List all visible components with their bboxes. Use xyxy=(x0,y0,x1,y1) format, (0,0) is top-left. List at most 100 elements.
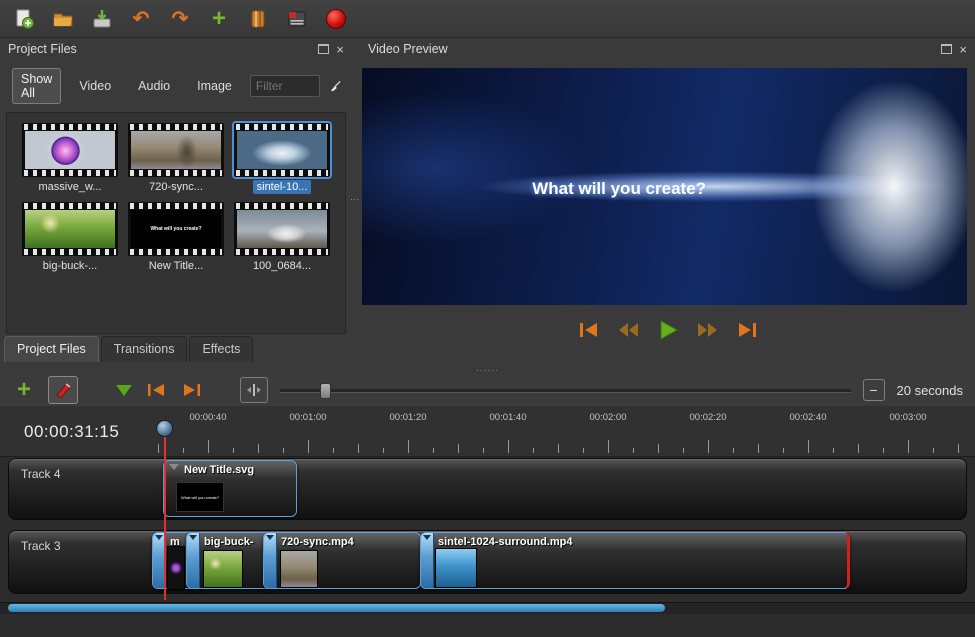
file-thumbnail xyxy=(234,123,330,177)
clip-title: sintel-1024-surround.mp4 xyxy=(438,536,843,548)
next-marker-button[interactable] xyxy=(180,378,204,402)
file-item-massive[interactable]: massive_w... xyxy=(17,123,123,194)
clip-thumb-text: What will you create? xyxy=(181,495,219,500)
save-project-button[interactable] xyxy=(90,7,114,31)
razor-icon xyxy=(54,381,72,399)
file-thumbnail xyxy=(234,202,330,256)
clip-trim-handle[interactable] xyxy=(264,533,277,588)
timeline-scrollbar[interactable] xyxy=(0,602,975,614)
tab-transitions[interactable]: Transitions xyxy=(101,336,188,362)
filter-tab-show-all[interactable]: Show All xyxy=(12,68,61,104)
file-thumbnail xyxy=(128,123,224,177)
clip-thumbnail xyxy=(203,550,243,588)
video-preview-panel: Video Preview × What will you create? xyxy=(360,38,975,362)
float-panel-icon[interactable] xyxy=(318,44,329,54)
horizontal-splitter[interactable]: ...... xyxy=(0,362,975,374)
file-label: sintel-10... xyxy=(253,180,312,194)
record-icon xyxy=(326,9,346,29)
clip-menu-arrow-icon[interactable] xyxy=(169,464,179,470)
file-thumbnail: What will you create? xyxy=(128,202,224,256)
filter-tab-video[interactable]: Video xyxy=(70,75,120,97)
timeline-ruler-strip[interactable]: 00:00:31:15 00:00:4000:01:0000:01:2000:0… xyxy=(0,406,975,457)
project-files-header: Project Files × xyxy=(0,38,352,60)
timeline: 00:00:31:15 00:00:4000:01:0000:01:2000:0… xyxy=(0,406,975,637)
clip-thumbnail xyxy=(167,546,185,590)
jump-to-end-button[interactable] xyxy=(734,318,762,342)
video-preview-title: Video Preview xyxy=(368,42,448,56)
filter-input[interactable] xyxy=(250,75,320,97)
film-clapper-icon xyxy=(286,8,308,30)
new-project-button[interactable] xyxy=(12,7,36,31)
video-preview-header: Video Preview × xyxy=(360,38,975,60)
file-item-720-sync[interactable]: 720-sync... xyxy=(123,123,229,194)
tab-project-files[interactable]: Project Files xyxy=(4,336,99,362)
project-files-grid: massive_w... 720-sync... sintel-10... bi… xyxy=(6,112,346,334)
media-filter-row: Show All Video Audio Image xyxy=(0,60,352,108)
clip-big-buck[interactable]: big-buck- xyxy=(186,532,272,589)
add-marker-icon[interactable] xyxy=(116,385,132,396)
rewind-button[interactable] xyxy=(614,318,642,342)
timeline-ruler[interactable]: 00:00:4000:01:0000:01:2000:01:4000:02:00… xyxy=(150,408,967,456)
zoom-scale-label: 20 seconds xyxy=(897,383,964,398)
transport-controls xyxy=(360,318,975,342)
clip-sintel[interactable]: sintel-1024-surround.mp4 xyxy=(420,532,850,589)
zoom-out-button[interactable]: − xyxy=(863,379,885,401)
next-marker-icon xyxy=(181,382,203,398)
jump-end-icon xyxy=(736,320,760,340)
track-row-3[interactable]: Track 3 m big-buck- 720-sync.mp4 sintel-… xyxy=(8,530,967,594)
zoom-slider-handle[interactable] xyxy=(320,383,331,399)
jump-to-start-button[interactable] xyxy=(574,318,602,342)
add-track-icon: + xyxy=(17,378,31,402)
clip-trim-handle[interactable] xyxy=(187,533,200,588)
open-project-button[interactable] xyxy=(51,7,75,31)
close-panel-icon[interactable]: × xyxy=(959,43,967,56)
clip-new-title[interactable]: New Title.svg What will you create? xyxy=(163,460,297,517)
clear-filter-broom-icon[interactable] xyxy=(329,76,342,96)
snapping-toggle-button[interactable] xyxy=(240,377,268,403)
file-label: New Title... xyxy=(145,259,207,273)
record-export-button[interactable] xyxy=(324,7,348,31)
file-item-new-title[interactable]: What will you create? New Title... xyxy=(123,202,229,273)
previous-marker-icon xyxy=(145,382,167,398)
track-label: Track 3 xyxy=(21,539,61,553)
add-track-button[interactable]: + xyxy=(12,378,36,402)
redo-button[interactable]: ↷ xyxy=(168,7,192,31)
export-video-button[interactable] xyxy=(285,7,309,31)
rewind-icon xyxy=(616,320,640,340)
left-panel-tabs: Project Files Transitions Effects xyxy=(4,336,255,362)
clip-trim-handle[interactable] xyxy=(421,533,434,588)
undo-button[interactable]: ↶ xyxy=(129,7,153,31)
close-panel-icon[interactable]: × xyxy=(336,43,344,56)
previous-marker-button[interactable] xyxy=(144,378,168,402)
vertical-splitter[interactable]: ⋮ xyxy=(350,38,360,362)
choose-profile-button[interactable] xyxy=(246,7,270,31)
file-thumbnail xyxy=(22,123,118,177)
play-button[interactable] xyxy=(654,318,682,342)
timeline-scrollbar-thumb[interactable] xyxy=(8,604,665,612)
filter-tab-image[interactable]: Image xyxy=(188,75,241,97)
track-label: Track 4 xyxy=(21,467,61,481)
clip-720-sync[interactable]: 720-sync.mp4 xyxy=(263,532,421,589)
float-panel-icon[interactable] xyxy=(941,44,952,54)
clip-title: New Title.svg xyxy=(184,464,292,476)
video-frame[interactable]: What will you create? xyxy=(362,68,967,305)
clip-thumbnail: What will you create? xyxy=(176,482,224,512)
file-item-big-buck[interactable]: big-buck-... xyxy=(17,202,123,273)
filter-tab-audio[interactable]: Audio xyxy=(129,75,179,97)
playhead-line xyxy=(164,434,166,600)
timeline-toolbar: + xyxy=(0,374,975,406)
zoom-slider[interactable] xyxy=(280,382,851,398)
file-item-photo[interactable]: 100_0684... xyxy=(229,202,335,273)
import-files-button[interactable]: + xyxy=(207,7,231,31)
track-row-4[interactable]: Track 4 New Title.svg What will you crea… xyxy=(8,458,967,520)
tab-effects[interactable]: Effects xyxy=(189,336,253,362)
file-item-sintel[interactable]: sintel-10... xyxy=(229,123,335,194)
jump-start-icon xyxy=(576,320,600,340)
razor-tool-button[interactable] xyxy=(48,376,78,404)
fast-forward-button[interactable] xyxy=(694,318,722,342)
save-icon xyxy=(91,8,113,30)
project-files-panel: Project Files × Show All Video Audio Ima… xyxy=(0,38,352,362)
video-overlay-text: What will you create? xyxy=(362,179,876,199)
playhead-handle[interactable] xyxy=(156,420,173,437)
ruler-ticks xyxy=(150,408,967,456)
